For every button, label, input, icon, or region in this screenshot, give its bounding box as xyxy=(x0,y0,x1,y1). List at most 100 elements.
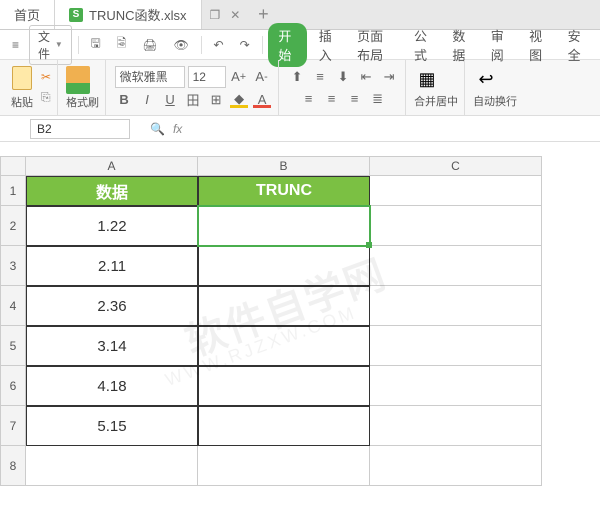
ribbon-toolbar: 粘贴 ✂ ⎘ 格式刷 微软雅黑 12 A+ A- B I U 田 ⊞ ◆ A xyxy=(0,60,600,116)
align-middle-icon[interactable]: ≡ xyxy=(310,67,330,87)
cell-a7[interactable]: 5.15 xyxy=(26,406,198,446)
tab-filename: TRUNC函数.xlsx xyxy=(89,5,187,24)
wrap-text-button[interactable]: ↩ 自动换行 xyxy=(473,67,517,109)
format-painter-label: 格式刷 xyxy=(66,94,99,110)
cell-style-button[interactable]: ⊞ xyxy=(206,90,226,110)
save-icon[interactable]: 🖫 xyxy=(84,31,106,58)
col-header-b[interactable]: B xyxy=(198,156,370,176)
tab-restore-icon[interactable]: ❐ xyxy=(210,8,221,22)
increase-font-icon[interactable]: A+ xyxy=(229,67,249,87)
cell-b1[interactable]: TRUNC xyxy=(198,176,370,206)
row-header-7[interactable]: 7 xyxy=(0,406,26,446)
cell-a2[interactable]: 1.22 xyxy=(26,206,198,246)
name-box[interactable]: B2 xyxy=(30,119,130,139)
separator xyxy=(78,36,79,54)
print-icon[interactable]: 🖨 xyxy=(136,35,163,55)
col-header-a[interactable]: A xyxy=(26,156,198,176)
font-name-select[interactable]: 微软雅黑 xyxy=(115,66,185,88)
cell-a5[interactable]: 3.14 xyxy=(26,326,198,366)
align-top-icon[interactable]: ⬆ xyxy=(287,67,307,87)
font-size-select[interactable]: 12 xyxy=(188,66,226,88)
col-header-c[interactable]: C xyxy=(370,156,542,176)
print-preview-icon[interactable]: 👁 xyxy=(168,35,195,55)
tab-close-icon[interactable]: ✕ xyxy=(230,8,240,22)
file-menu-label: 文件 xyxy=(38,28,52,62)
wrap-group: ↩ 自动换行 xyxy=(467,60,523,115)
decrease-font-icon[interactable]: A- xyxy=(252,67,272,87)
cell-c8[interactable] xyxy=(370,446,542,486)
redo-icon[interactable]: ↷ xyxy=(234,35,256,55)
justify-icon[interactable]: ≣ xyxy=(368,89,388,109)
fx-icon[interactable]: fx xyxy=(173,122,182,136)
cell-c4[interactable] xyxy=(370,286,542,326)
cell-b5[interactable] xyxy=(198,326,370,366)
cell-a3[interactable]: 2.11 xyxy=(26,246,198,286)
fill-color-button[interactable]: ◆ xyxy=(229,90,249,110)
align-bottom-icon[interactable]: ⬇ xyxy=(333,67,353,87)
bold-button[interactable]: B xyxy=(114,90,134,110)
search-icon[interactable]: 🔍 xyxy=(150,122,165,136)
paste-button[interactable]: 粘贴 xyxy=(10,66,34,110)
clipboard-icon xyxy=(12,66,32,90)
merge-label: 合并居中 xyxy=(414,93,458,109)
row-header-2[interactable]: 2 xyxy=(0,206,26,246)
font-group: 微软雅黑 12 A+ A- B I U 田 ⊞ ◆ A xyxy=(108,60,279,115)
cell-a4[interactable]: 2.36 xyxy=(26,286,198,326)
cell-c5[interactable] xyxy=(370,326,542,366)
underline-button[interactable]: U xyxy=(160,90,180,110)
row-header-1[interactable]: 1 xyxy=(0,176,26,206)
font-color-button[interactable]: A xyxy=(252,90,272,110)
wrap-icon: ↩ xyxy=(473,67,499,93)
cell-c3[interactable] xyxy=(370,246,542,286)
menu-view[interactable]: 视图 xyxy=(521,22,555,68)
cell-b4[interactable] xyxy=(198,286,370,326)
row-header-3[interactable]: 3 xyxy=(0,246,26,286)
align-right-icon[interactable]: ≡ xyxy=(345,89,365,109)
format-painter-button[interactable]: 格式刷 xyxy=(66,66,99,110)
copy-icon[interactable]: ⎘ xyxy=(41,90,51,105)
cell-b7[interactable] xyxy=(198,406,370,446)
row-header-5[interactable]: 5 xyxy=(0,326,26,366)
row-header-8[interactable]: 8 xyxy=(0,446,26,486)
cut-icon[interactable]: ✂ xyxy=(41,70,51,84)
menu-safe[interactable]: 安全 xyxy=(560,22,594,68)
wrap-label: 自动换行 xyxy=(473,93,517,109)
menu-toggle-icon[interactable]: ≡ xyxy=(6,35,25,55)
brush-icon xyxy=(66,66,90,94)
indent-left-icon[interactable]: ⇤ xyxy=(356,67,376,87)
file-menu-button[interactable]: 文件 ▼ xyxy=(29,25,72,65)
align-left-icon[interactable]: ≡ xyxy=(299,89,319,109)
chevron-down-icon: ▼ xyxy=(55,40,63,49)
merge-center-button[interactable]: ▦ 合并居中 xyxy=(414,67,458,109)
cell-b8[interactable] xyxy=(198,446,370,486)
cell-a6[interactable]: 4.18 xyxy=(26,366,198,406)
align-center-icon[interactable]: ≡ xyxy=(322,89,342,109)
quick-access-bar: ≡ 文件 ▼ 🖫 🗟 🖨 👁 ↶ ↷ 开始 插入 页面布局 公式 数据 审阅 视… xyxy=(0,30,600,60)
cell-b2[interactable] xyxy=(198,206,370,246)
align-group: ⬆ ≡ ⬇ ⇤ ⇥ ≡ ≡ ≡ ≣ xyxy=(281,60,406,115)
cell-b6[interactable] xyxy=(198,366,370,406)
row-header-6[interactable]: 6 xyxy=(0,366,26,406)
cell-b3[interactable] xyxy=(198,246,370,286)
cell-c7[interactable] xyxy=(370,406,542,446)
select-all-corner[interactable] xyxy=(0,156,26,176)
italic-button[interactable]: I xyxy=(137,90,157,110)
indent-right-icon[interactable]: ⇥ xyxy=(379,67,399,87)
cell-c1[interactable] xyxy=(370,176,542,206)
cell-c2[interactable] xyxy=(370,206,542,246)
save-as-icon[interactable]: 🗟 xyxy=(111,31,133,58)
row-header-4[interactable]: 4 xyxy=(0,286,26,326)
separator xyxy=(201,36,202,54)
spreadsheet-grid: 软件自学网 WWW.RJZXW.COM A B C 1 数据 TRUNC 2 1… xyxy=(0,156,600,486)
cell-c6[interactable] xyxy=(370,366,542,406)
paste-label: 粘贴 xyxy=(10,94,34,110)
border-button[interactable]: 田 xyxy=(183,90,203,110)
tab-document[interactable]: S TRUNC函数.xlsx xyxy=(55,0,202,29)
separator xyxy=(262,36,263,54)
formula-bar: B2 🔍 fx xyxy=(0,116,600,142)
undo-icon[interactable]: ↶ xyxy=(208,35,230,55)
cell-a1[interactable]: 数据 xyxy=(26,176,198,206)
cell-a8[interactable] xyxy=(26,446,198,486)
clipboard-group: 粘贴 ✂ ⎘ xyxy=(4,60,58,115)
merge-group: ▦ 合并居中 xyxy=(408,60,465,115)
